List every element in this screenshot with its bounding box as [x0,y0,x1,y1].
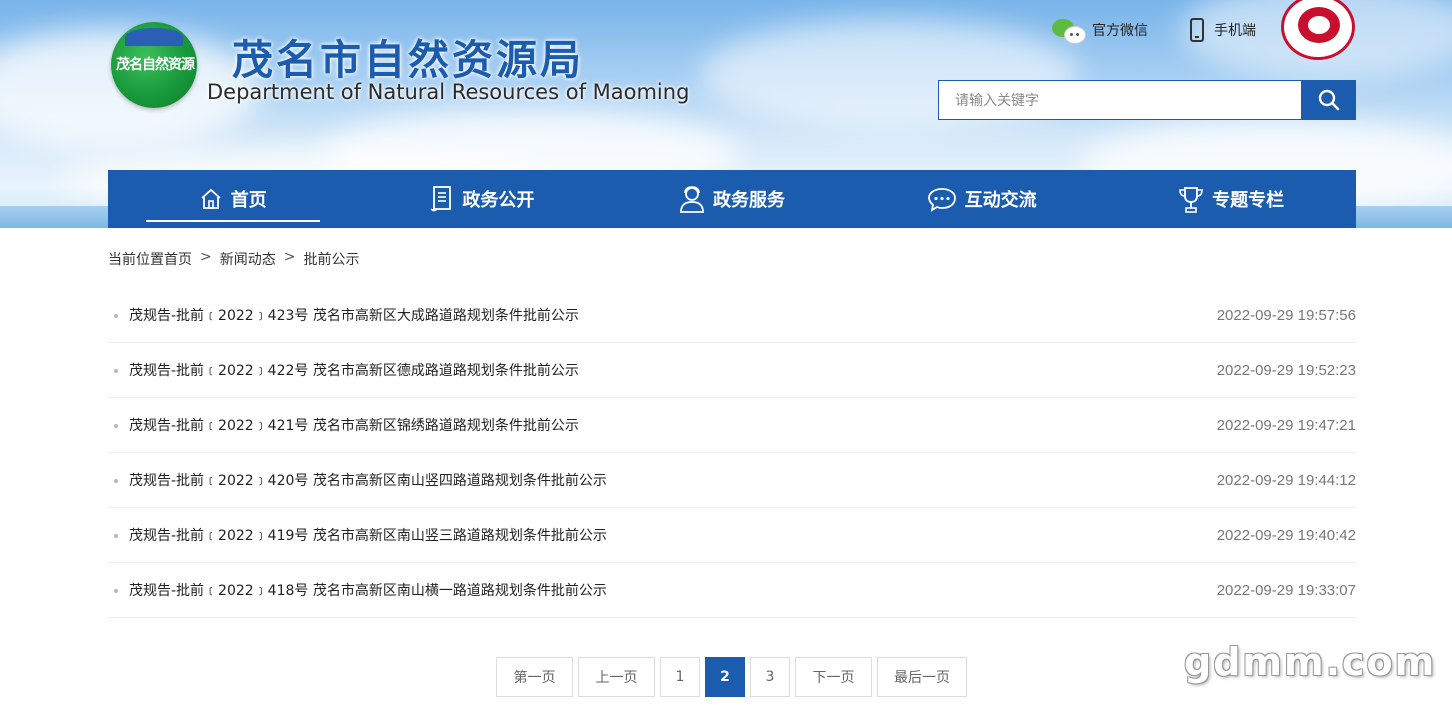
nav-label: 首页 [230,190,267,211]
bullet-dot [114,369,118,373]
search-input[interactable] [938,80,1302,120]
chat-bubble-icon [927,188,956,212]
list-item[interactable]: 茂规告-批前﹝2022﹞421号 茂名市高新区锦绣路道路规划条件批前公示 202… [108,398,1356,453]
first-page-button[interactable]: 第一页 [496,657,573,697]
article-date: 2022-09-29 19:52:23 [1216,361,1356,379]
nav-item-gov-services[interactable]: 政务服务 [607,170,857,228]
service-person-icon [680,186,704,213]
article-date: 2022-09-29 19:40:42 [1216,526,1356,544]
search-icon [1318,89,1339,111]
breadcrumb-separator: > [283,249,296,265]
search-button[interactable] [1301,80,1356,120]
nav-label: 专题专栏 [1212,190,1285,211]
article-title-link[interactable]: 茂规告-批前﹝2022﹞423号 茂名市高新区大成路道路规划条件批前公示 [129,305,579,325]
breadcrumb-separator: > [200,249,212,265]
article-title-link[interactable]: 茂规告-批前﹝2022﹞420号 茂名市高新区南山竖四路道路规划条件批前公示 [129,470,607,490]
bullet-dot [114,589,118,593]
next-page-button[interactable]: 下一页 [795,657,872,697]
bullet-dot [114,314,118,318]
list-item[interactable]: 茂规告-批前﹝2022﹞422号 茂名市高新区德成路道路规划条件批前公示 202… [108,343,1356,398]
bullet-dot [114,534,118,538]
nav-item-gov-affairs[interactable]: 政务公开 [358,170,608,228]
wechat-label: 官方微信 [1092,23,1148,39]
article-date: 2022-09-29 19:44:12 [1216,471,1356,489]
nav-item-home[interactable]: 首页 [108,170,358,228]
nav-label: 政务公开 [462,190,535,211]
mobile-phone-icon [1190,18,1204,42]
bullet-dot [114,424,118,428]
prev-page-button[interactable]: 上一页 [578,657,655,697]
page-3-button[interactable]: 3 [750,657,790,697]
breadcrumb-current[interactable]: 批前公示 [303,249,359,269]
list-item[interactable]: 茂规告-批前﹝2022﹞423号 茂名市高新区大成路道路规划条件批前公示 202… [108,288,1356,343]
main-nav: 首页 政务公开 政务服务 互动交流 专题专栏 [108,170,1356,228]
nav-item-interaction[interactable]: 互动交流 [857,170,1107,228]
article-title-link[interactable]: 茂规告-批前﹝2022﹞422号 茂名市高新区德成路道路规划条件批前公示 [129,360,579,380]
wechat-icon [1052,17,1088,44]
wechat-link[interactable]: 官方微信 [1052,16,1148,44]
logo-text: 茂名自然资源 [116,57,195,73]
mobile-label: 手机端 [1214,23,1256,39]
article-list: 茂规告-批前﹝2022﹞423号 茂名市高新区大成路道路规划条件批前公示 202… [108,288,1356,618]
home-icon [201,188,221,209]
watermark: gdmm.com [1184,640,1437,684]
breadcrumb-news[interactable]: 新闻动态 [220,249,276,269]
list-item[interactable]: 茂规告-批前﹝2022﹞418号 茂名市高新区南山横一路道路规划条件批前公示 2… [108,563,1356,618]
site-title[interactable]: 茂名市自然资源局 [232,26,584,86]
trophy-icon [1179,187,1203,213]
last-page-button[interactable]: 最后一页 [877,657,967,697]
page-1-button[interactable]: 1 [660,657,700,697]
article-title-link[interactable]: 茂规告-批前﹝2022﹞419号 茂名市高新区南山竖三路道路规划条件批前公示 [129,525,607,545]
list-item[interactable]: 茂规告-批前﹝2022﹞420号 茂名市高新区南山竖四路道路规划条件批前公示 2… [108,453,1356,508]
page-2-button[interactable]: 2 [705,657,745,697]
article-date: 2022-09-29 19:47:21 [1216,416,1356,434]
nav-item-topics[interactable]: 专题专栏 [1106,170,1356,228]
article-date: 2022-09-29 19:33:07 [1216,581,1356,599]
document-icon [430,186,452,212]
breadcrumb-home[interactable]: 当前位置首页 [108,249,192,269]
breadcrumb: 当前位置首页 > 新闻动态 > 批前公示 [108,249,359,269]
nav-label: 互动交流 [964,190,1037,211]
article-title-link[interactable]: 茂规告-批前﹝2022﹞421号 茂名市高新区锦绣路道路规划条件批前公示 [129,415,579,435]
bullet-dot [114,479,118,483]
article-title-link[interactable]: 茂规告-批前﹝2022﹞418号 茂名市高新区南山横一路道路规划条件批前公示 [129,580,607,600]
mobile-link[interactable]: 手机端 [1190,16,1256,44]
site-subtitle: Department of Natural Resources of Maomi… [207,80,690,104]
list-item[interactable]: 茂规告-批前﹝2022﹞419号 茂名市高新区南山竖三路道路规划条件批前公示 2… [108,508,1356,563]
site-logo[interactable]: 茂名自然资源 [111,22,197,108]
article-date: 2022-09-29 19:57:56 [1216,306,1356,324]
nav-label: 政务服务 [712,190,785,211]
pagination: 第一页 上一页 1 2 3 下一页 最后一页 [496,657,967,697]
